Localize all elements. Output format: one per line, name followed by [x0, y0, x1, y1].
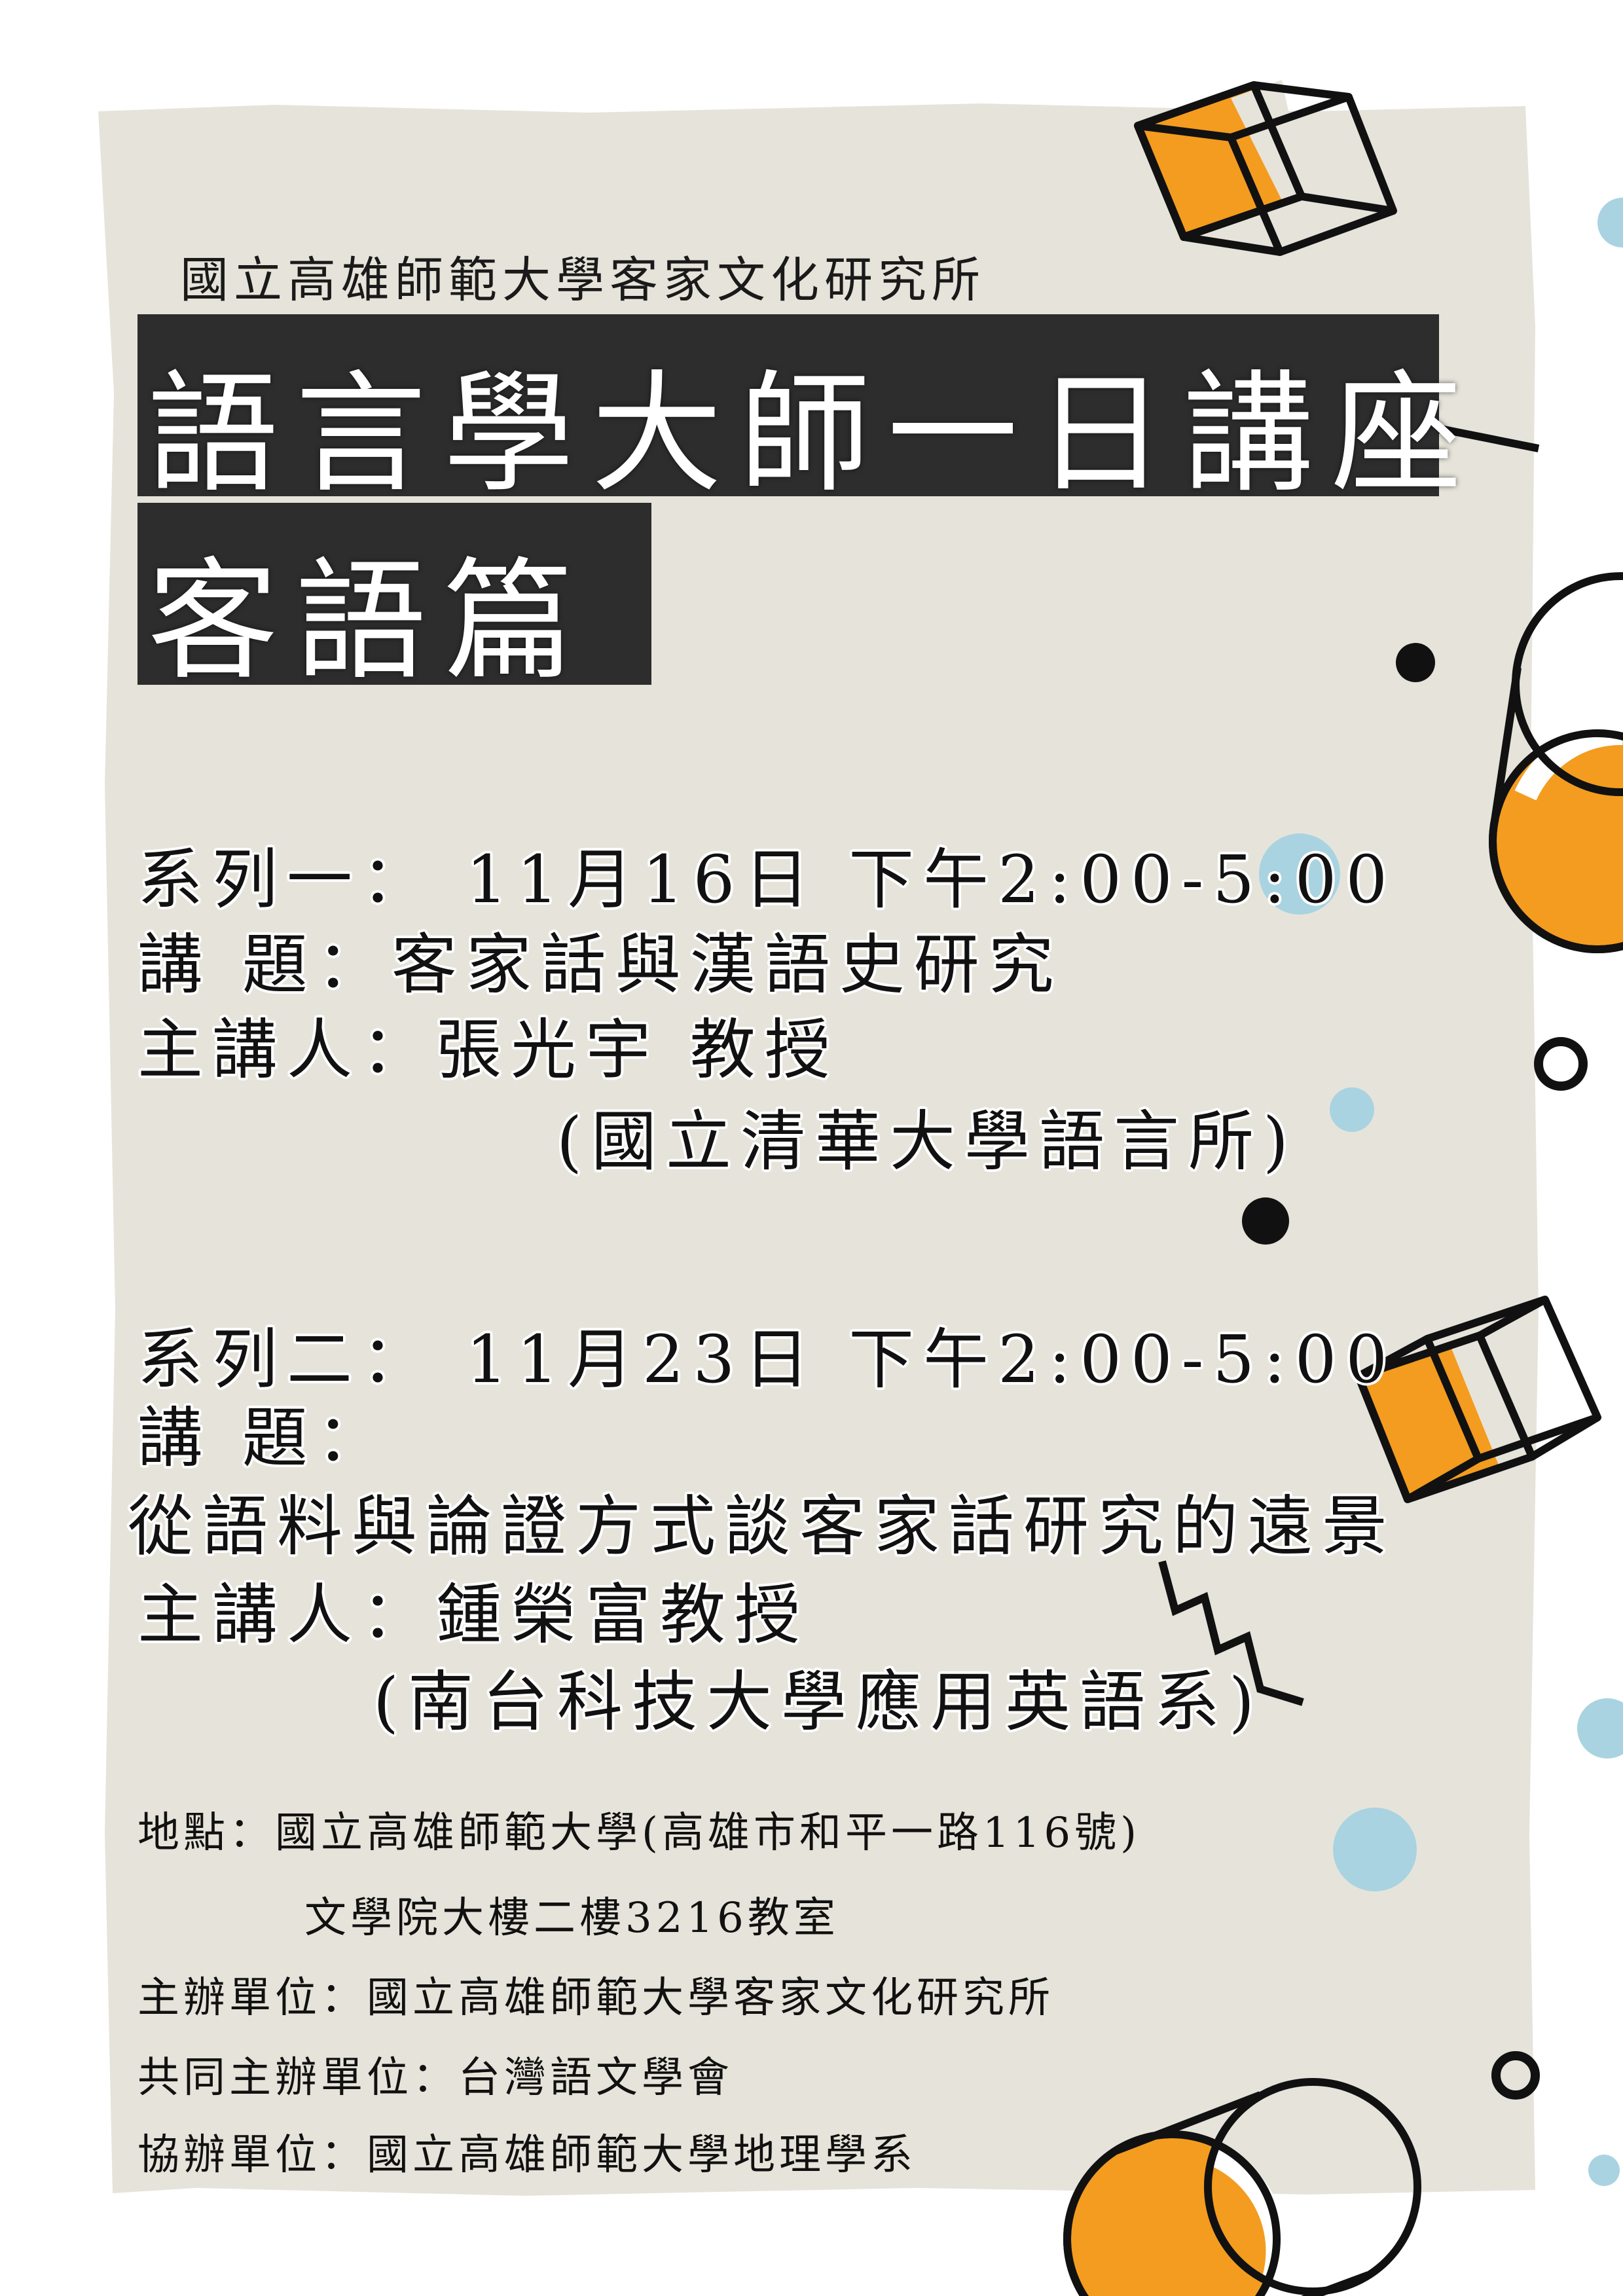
page-subtitle: 客語篇: [147, 545, 592, 698]
series2-topic: 從語料與論證方式談客家話研究的遠景: [128, 1488, 1396, 1565]
dot-icon: [1577, 1698, 1623, 1758]
series1-topic: 講 題：客家話與漢語史研究: [137, 926, 1063, 1003]
footer-host: 主辦單位：國立高雄師範大學客家文化研究所: [137, 1974, 1054, 2022]
footer-assist: 協辦單位：國立高雄師範大學地理學系: [137, 2131, 917, 2179]
series2-speaker: 主講人：鍾榮富教授: [137, 1576, 809, 1653]
dot-icon: [1597, 198, 1623, 247]
dot-icon: [1396, 643, 1435, 682]
ring-icon: [1534, 1037, 1588, 1091]
series1-speaker: 主講人：張光宇 教授: [137, 1011, 839, 1088]
organizer-header: 國立高雄師範大學客家文化研究所: [180, 252, 985, 308]
series1-date: 系列一： 11月16日 下午2:00-5:00: [137, 841, 1396, 918]
footer-cohost: 共同主辦單位：台灣語文學會: [137, 2054, 733, 2102]
dot-icon: [1333, 1808, 1417, 1891]
footer-location-room: 文學院大樓二樓3216教室: [304, 1894, 839, 1942]
series2-topic-label: 講 題：: [137, 1400, 392, 1476]
series1-affiliation: (國立清華大學語言所): [556, 1103, 1298, 1180]
footer-location: 地點：國立高雄師範大學(高雄市和平一路116號): [137, 1809, 1141, 1857]
series2-affiliation: (南台科技大學應用英語系): [373, 1664, 1264, 1740]
dot-icon: [1330, 1087, 1374, 1132]
page-title: 語言學大師一日講座: [147, 358, 1480, 511]
dot-icon: [1588, 2155, 1620, 2186]
dot-icon: [1242, 1197, 1289, 1245]
